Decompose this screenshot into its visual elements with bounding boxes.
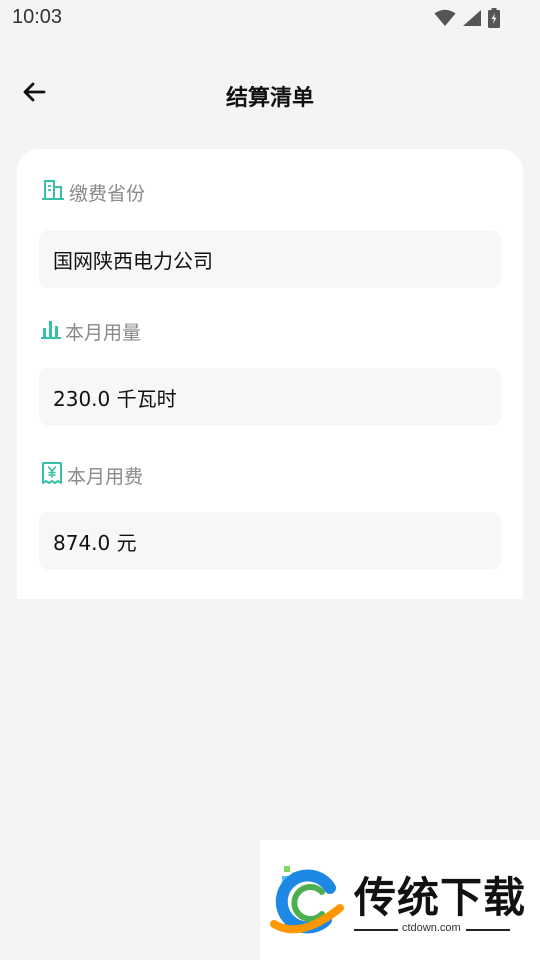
section-label-text: 本月用量 [65, 321, 142, 344]
yuan-receipt-icon [41, 461, 63, 490]
bar-chart-icon [41, 318, 61, 345]
watermark-line-left [354, 929, 398, 931]
status-time: 10:03 [12, 6, 63, 28]
province-value-field: 国网陕西电力公司 [39, 230, 501, 288]
cellular-signal-icon [462, 9, 482, 31]
watermark-url: ctdown.com [402, 922, 461, 934]
settlement-card: 缴费省份 国网陕西电力公司 本月用量 230.0 千瓦时 本月用费 874.0 … [17, 149, 523, 599]
status-bar: 10:03 [0, 0, 540, 36]
page-title: 结算清单 [225, 86, 314, 111]
section-label-text: 本月用费 [67, 465, 144, 488]
section-label-province: 缴费省份 [41, 177, 145, 207]
ctdown-logo-icon [270, 862, 348, 944]
watermark-line-right [466, 929, 510, 931]
usage-value-field: 230.0 千瓦时 [39, 368, 501, 426]
battery-charging-icon [488, 8, 500, 32]
app-header: 结算清单 [0, 62, 540, 128]
section-label-fee: 本月用费 [41, 460, 143, 490]
wifi-icon [434, 9, 456, 31]
building-icon [41, 178, 65, 207]
ctdown-watermark: 传统下载 ctdown.com [260, 840, 540, 960]
section-label-text: 缴费省份 [69, 182, 146, 205]
status-icons [434, 8, 500, 32]
watermark-brand-text: 传统下载 [354, 873, 527, 922]
section-label-usage: 本月用量 [41, 316, 141, 346]
fee-value-field: 874.0 元 [39, 512, 501, 570]
